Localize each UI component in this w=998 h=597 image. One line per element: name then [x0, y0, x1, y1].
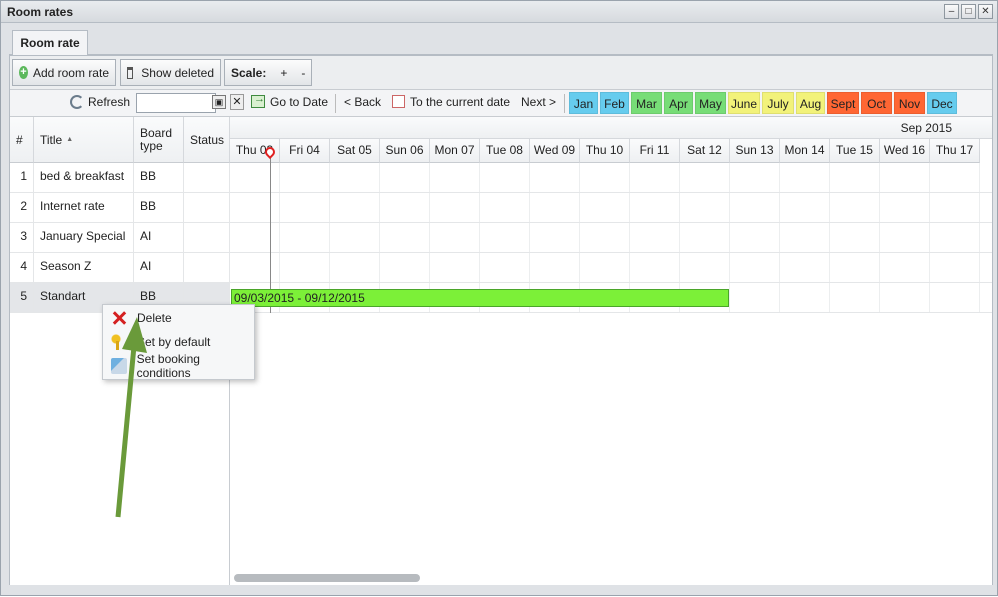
- annotation-arrow: [115, 317, 147, 518]
- arrow-head: [122, 317, 147, 353]
- room-rates-window: Room rates – □ ✕ Room rate + Add room ra…: [0, 0, 998, 596]
- arrow-shaft: [115, 345, 137, 518]
